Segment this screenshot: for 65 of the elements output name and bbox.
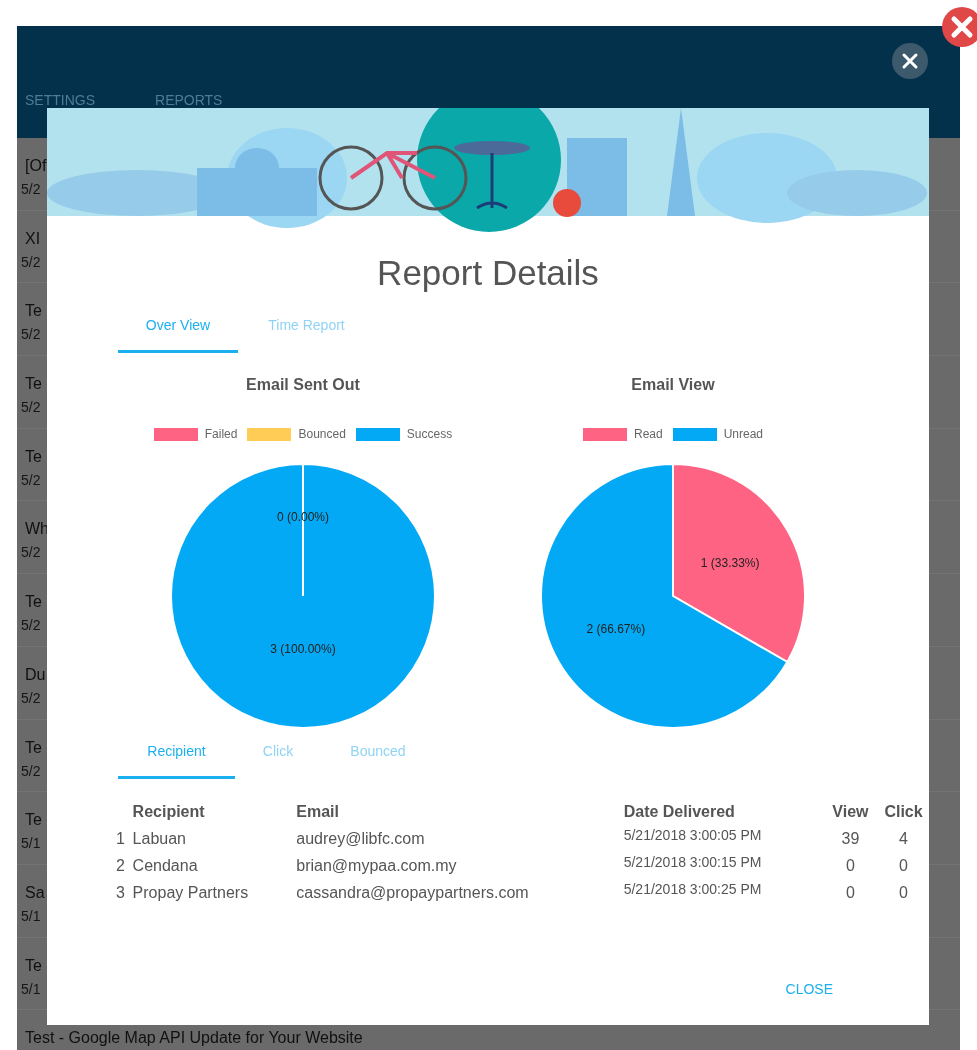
table-cell-text: 5/21/2018 3:00:15 PM [623,853,763,872]
table-cell-text: 5/21/2018 3:00:05 PM [623,826,763,845]
column-header: Recipient [132,802,206,822]
list-item-title[interactable]: Te [25,375,42,394]
list-item-date: 5/2 [21,544,41,561]
table-cell: Propay Partners [132,879,297,906]
row-number: 3 [116,879,133,906]
legend-item[interactable]: Failed [153,427,238,441]
table-cell-text: 0 [898,855,909,876]
table-cell: brian@mypaa.com.my [296,852,624,879]
tab[interactable]: Over View [118,317,238,353]
list-item-date: 5/2 [21,399,41,416]
list-item-title[interactable]: Te [25,738,42,757]
table-cell-text: Cendana [132,855,199,876]
legend-item[interactable]: Read [582,427,663,441]
list-item-date: 5/2 [21,471,41,488]
column-header: Date Delivered [623,802,736,822]
row-number: 1 [116,825,133,852]
column-header: Click [883,802,924,822]
table-cell: cassandra@propaypartners.com [296,879,624,906]
chart-title: Email View [631,376,715,394]
table-cell-text: 39 [840,828,861,849]
list-item-date: 5/2 [21,181,41,197]
slice-label: 1 (33.33%) [700,556,760,570]
list-item-date: 5/1 [21,980,41,997]
list-item-date: 5/2 [21,253,41,270]
table-cell: audrey@libfc.com [296,825,624,852]
close-icon[interactable] [892,43,928,79]
close-icon[interactable] [942,7,977,47]
legend-item[interactable]: Bounced [247,427,346,441]
row-number: 2 [116,852,133,879]
table-cell-text: 0 [844,855,856,876]
list-item-title[interactable]: Te [25,302,42,321]
list-item-title[interactable]: XI [25,229,41,248]
table-cell-text: 4 [898,828,909,849]
tab[interactable]: Recipient [118,743,235,779]
list-item-date: 5/2 [21,326,41,343]
table-cell: Labuan [132,825,297,852]
slice-label: 3 (100.00%) [270,641,336,656]
list-item-title[interactable]: Sa [25,883,45,902]
list-item-title[interactable]: [Of [25,157,47,175]
close-button[interactable]: CLOSE [785,981,833,997]
table-cell-text: 0 [898,882,909,903]
nav-tab[interactable]: REPORTS [155,92,223,108]
list-item-date: 5/2 [21,617,41,634]
slice-label: 2 (66.67%) [586,622,646,636]
table-cell-text: 0 [844,882,856,903]
legend-item[interactable]: Unread [672,427,763,441]
legend-item[interactable]: Success [355,427,453,441]
list-item-title[interactable]: Te [25,811,42,830]
nav-tab[interactable]: SETTINGS [25,92,95,108]
list-item-date: 5/1 [21,835,41,852]
list-item-title[interactable]: Te [25,447,42,466]
list-item-date: 5/1 [21,907,41,924]
list-item-title[interactable]: Te [25,593,42,612]
list-item-title[interactable]: Du [25,665,46,684]
column-header: Email [296,799,624,825]
list-item-title[interactable]: Test - Google Map API Update for Your Website [25,1029,363,1048]
list-item-title[interactable]: Te [25,956,42,975]
chart-title: Email Sent Out [246,376,360,394]
list-item-date: 5/2 [21,762,41,779]
list-item-date: 5/2 [21,689,41,706]
table-cell-text: 5/21/2018 3:00:25 PM [623,880,763,899]
column-header: View [831,802,870,822]
dialog-title: Report Details [377,252,599,294]
